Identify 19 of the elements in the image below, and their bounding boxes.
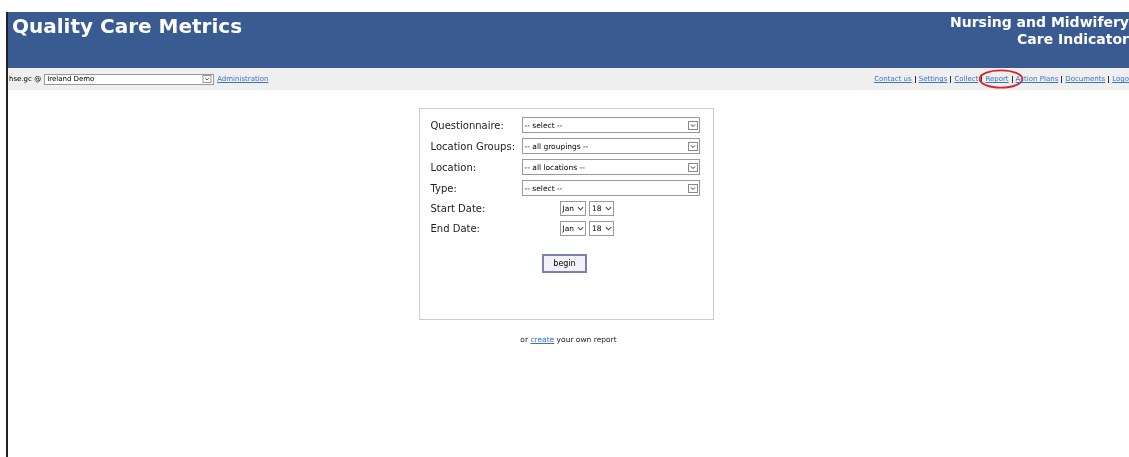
field-label: End Date: [430, 223, 481, 234]
dropdown-arrow-icon [687, 141, 698, 151]
dropdown-arrow-icon [687, 162, 698, 172]
app-subtitle: Nursing and Midwifery [950, 14, 1129, 31]
dropdown-arrow-icon [687, 120, 698, 130]
field-label: Location Groups: [430, 140, 516, 152]
field-label: Location: [430, 161, 478, 173]
app-title: Quality Care Metrics [12, 14, 243, 38]
dropdown-arrow-icon [687, 183, 698, 193]
field-label: Questionnaire: [430, 119, 505, 131]
field-label: Type: [430, 182, 458, 194]
chevron-down-icon [577, 206, 585, 211]
begin-button[interactable]: begin [542, 254, 587, 273]
app-subtitle: Care Indicator [1017, 31, 1129, 48]
chevron-down-icon [604, 226, 612, 231]
chevron-down-icon [577, 226, 585, 231]
chevron-down-icon [604, 206, 612, 211]
field-label: Start Date: [430, 203, 487, 214]
dropdown-arrow-icon [202, 75, 213, 83]
